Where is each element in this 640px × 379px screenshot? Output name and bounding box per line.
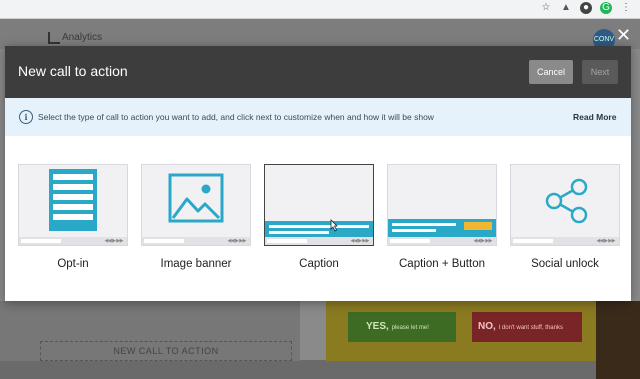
- player-bar: ◀◀ ▶ ▶▶: [511, 237, 619, 245]
- image-icon: [168, 173, 224, 223]
- extension-icon[interactable]: ●: [580, 2, 592, 14]
- dialog-header: New call to action Cancel Next: [5, 46, 631, 98]
- close-icon[interactable]: ✕: [616, 25, 631, 45]
- player-bar: ◀◀ ▶ ▶▶: [388, 237, 496, 245]
- option-image-banner[interactable]: ◀◀ ▶ ▶▶ Image banner: [141, 164, 251, 274]
- option-caption[interactable]: ◀◀ ▶ ▶▶ Caption: [264, 164, 374, 274]
- new-call-to-action-dropzone: NEW CALL TO ACTION: [40, 341, 292, 361]
- caption-icon: [265, 219, 373, 237]
- optin-form-icon: [49, 169, 97, 231]
- optin-thumbnail: ◀◀ ▶ ▶▶: [18, 164, 128, 246]
- star-icon[interactable]: ☆: [540, 2, 552, 14]
- caption-button-thumbnail: ◀◀ ▶ ▶▶: [387, 164, 497, 246]
- option-label: Caption + Button: [399, 258, 485, 270]
- analytics-icon: [48, 32, 60, 44]
- player-bar: ◀◀ ▶ ▶▶: [19, 237, 127, 245]
- player-bar: ◀◀ ▶ ▶▶: [142, 237, 250, 245]
- info-banner: i Select the type of call to action you …: [5, 98, 631, 136]
- drive-icon[interactable]: ▲: [560, 2, 572, 14]
- cancel-button[interactable]: Cancel: [529, 60, 573, 84]
- browser-toolbar: ☆ ▲ ● G ⋮: [0, 0, 640, 19]
- background-image: [596, 301, 640, 379]
- yes-button: YES, please let me!: [348, 312, 456, 342]
- menu-icon[interactable]: ⋮: [620, 2, 632, 14]
- info-icon: i: [19, 110, 33, 124]
- analytics-link: Analytics: [62, 32, 103, 43]
- share-icon: [545, 178, 588, 224]
- option-social-unlock[interactable]: ◀◀ ▶ ▶▶ Social unlock: [510, 164, 620, 274]
- image-banner-thumbnail: ◀◀ ▶ ▶▶: [141, 164, 251, 246]
- dialog-title: New call to action: [18, 63, 128, 79]
- background-header: Analytics CONV ✕: [0, 19, 640, 51]
- new-cta-dialog: New call to action Cancel Next i Select …: [5, 46, 631, 301]
- no-button: NO, I don't want stuff, thanks: [472, 312, 582, 342]
- social-unlock-thumbnail: ◀◀ ▶ ▶▶: [510, 164, 620, 246]
- read-more-link[interactable]: Read More: [573, 112, 616, 122]
- caption-button-icon: [388, 219, 496, 237]
- caption-thumbnail: ◀◀ ▶ ▶▶: [264, 164, 374, 246]
- option-label: Caption: [299, 258, 339, 270]
- info-text: Select the type of call to action you wa…: [38, 112, 434, 122]
- cta-type-options: ◀◀ ▶ ▶▶ Opt-in ◀◀ ▶ ▶▶ Image banner ◀◀ ▶…: [18, 164, 622, 279]
- option-opt-in[interactable]: ◀◀ ▶ ▶▶ Opt-in: [18, 164, 128, 274]
- grammarly-icon[interactable]: G: [600, 2, 612, 14]
- player-bar: ◀◀ ▶ ▶▶: [265, 237, 373, 245]
- option-caption-button[interactable]: ◀◀ ▶ ▶▶ Caption + Button: [387, 164, 497, 274]
- option-label: Social unlock: [531, 258, 599, 270]
- next-button[interactable]: Next: [582, 60, 618, 84]
- option-label: Image banner: [160, 258, 232, 270]
- option-label: Opt-in: [57, 258, 89, 270]
